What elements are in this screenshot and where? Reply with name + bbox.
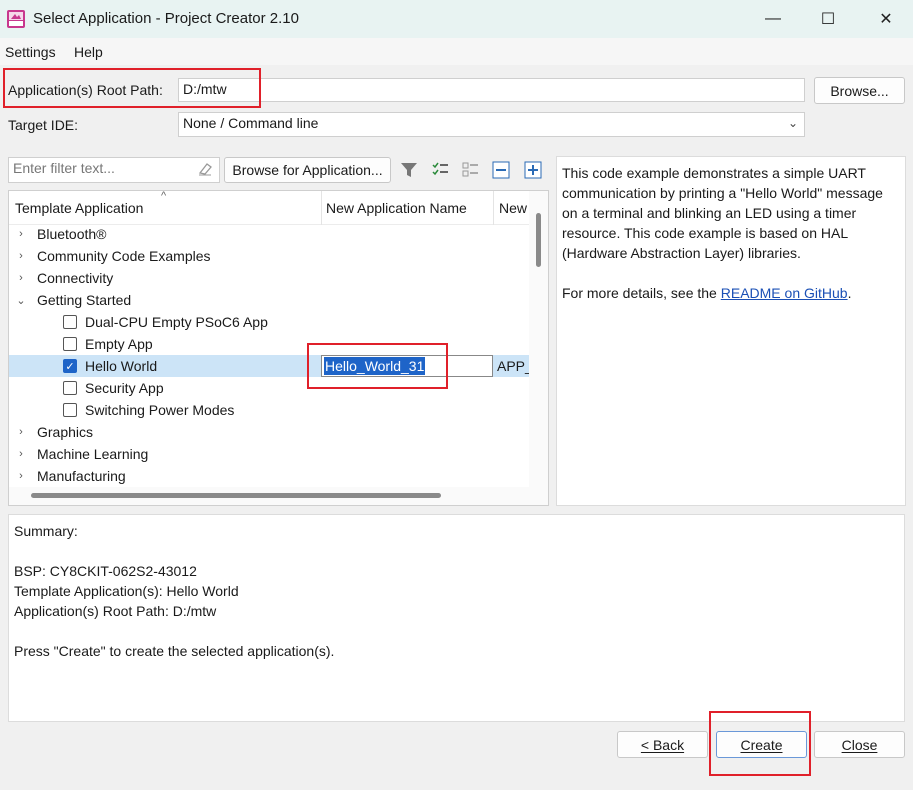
target-ide-value: None / Command line <box>183 115 319 131</box>
root-path-input[interactable]: D:/mtw <box>178 78 805 102</box>
details-suffix: . <box>847 285 852 301</box>
item-label: Switching Power Modes <box>85 402 235 418</box>
close-icon: ✕ <box>879 11 893 28</box>
app-icon <box>6 9 26 29</box>
application-name-highlight <box>307 343 448 389</box>
category-label: Graphics <box>37 424 94 440</box>
item-checkbox[interactable] <box>63 381 77 395</box>
category-label: Getting Started <box>37 292 132 308</box>
tree-item[interactable]: Switching Power Modes <box>9 399 529 421</box>
readme-link[interactable]: README on GitHub <box>721 285 848 301</box>
item-label: Dual-CPU Empty PSoC6 App <box>85 314 268 330</box>
menu-settings[interactable]: Settings <box>5 44 56 60</box>
category-label: Machine Learning <box>37 446 149 462</box>
description-text: This code example demonstrates a simple … <box>562 165 883 261</box>
details-line: For more details, see the README on GitH… <box>562 283 900 303</box>
menu-help[interactable]: Help <box>74 44 103 60</box>
chevron-right-icon[interactable]: › <box>15 470 27 482</box>
category-label: Connectivity <box>37 270 114 286</box>
target-ide-label: Target IDE: <box>8 117 79 133</box>
uncheck-all-icon[interactable] <box>458 158 482 182</box>
column-divider <box>321 191 322 225</box>
horizontal-scroll-thumb[interactable] <box>31 493 441 498</box>
item-checkbox[interactable] <box>63 337 77 351</box>
sort-up-icon: ^ <box>161 190 167 202</box>
maximize-button[interactable]: ☐ <box>801 0 855 38</box>
back-button[interactable]: < Back <box>617 731 708 758</box>
target-ide-select[interactable]: None / Command line ⌄ <box>178 112 805 137</box>
check-all-icon[interactable] <box>428 158 452 182</box>
column-divider <box>493 191 494 225</box>
column-template-application[interactable]: Template Application <box>15 200 143 216</box>
tree-category-getting-started[interactable]: ⌄ Getting Started <box>9 289 529 311</box>
item-checkbox[interactable] <box>63 403 77 417</box>
eraser-icon[interactable] <box>197 161 213 180</box>
item-checkbox-checked[interactable]: ✓ <box>63 359 77 373</box>
tree-category-manufacturing[interactable]: › Manufacturing <box>9 465 529 487</box>
summary-bsp: BSP: CY8CKIT-062S2-43012 <box>14 563 197 579</box>
expand-all-icon[interactable] <box>521 158 545 182</box>
browse-button-label: Browse... <box>830 82 889 99</box>
vertical-scroll-thumb[interactable] <box>536 213 541 267</box>
tree-category-community[interactable]: › Community Code Examples <box>9 245 529 267</box>
filter-placeholder: Enter filter text... <box>13 160 115 176</box>
tree-category-machine-learning[interactable]: › Machine Learning <box>9 443 529 465</box>
summary-heading: Summary: <box>14 523 78 539</box>
menu-bar <box>0 38 913 65</box>
application-extra-value: APP_ <box>497 358 533 374</box>
close-window-button[interactable]: ✕ <box>859 0 913 38</box>
item-label: Security App <box>85 380 164 396</box>
vertical-scrollbar[interactable] <box>529 191 548 487</box>
horizontal-scrollbar[interactable] <box>9 487 548 505</box>
minimize-button[interactable]: — <box>746 0 800 38</box>
tree-item[interactable]: Empty App <box>9 333 529 355</box>
description-panel: This code example demonstrates a simple … <box>556 156 906 506</box>
close-button[interactable]: Close <box>814 731 905 758</box>
column-new[interactable]: New <box>499 200 527 216</box>
tree-item-selected[interactable]: ✓ Hello World Hello_World_31 APP_ <box>9 355 533 377</box>
chevron-down-icon[interactable]: ⌄ <box>15 294 27 307</box>
window-title: Select Application - Project Creator 2.1… <box>33 10 299 27</box>
create-highlight <box>709 711 811 776</box>
tree-category-graphics[interactable]: › Graphics <box>9 421 529 443</box>
category-label: Bluetooth® <box>37 226 107 242</box>
template-tree[interactable]: Template Application ^ New Application N… <box>8 190 549 506</box>
chevron-right-icon[interactable]: › <box>15 228 27 240</box>
details-prefix: For more details, see the <box>562 285 721 301</box>
minimize-icon: — <box>765 10 781 27</box>
browse-button[interactable]: Browse... <box>814 77 905 104</box>
filter-icon[interactable] <box>397 158 421 182</box>
close-button-label: Close <box>841 736 878 753</box>
summary-template: Template Application(s): Hello World <box>14 583 239 599</box>
summary-instruction: Press "Create" to create the selected ap… <box>14 643 335 659</box>
tree-item[interactable]: Security App <box>9 377 529 399</box>
chevron-right-icon[interactable]: › <box>15 272 27 284</box>
filter-input[interactable]: Enter filter text... <box>8 157 220 183</box>
chevron-down-icon: ⌄ <box>787 116 798 130</box>
tree-category-connectivity[interactable]: › Connectivity <box>9 267 529 289</box>
chevron-right-icon[interactable]: › <box>15 250 27 262</box>
collapse-all-icon[interactable] <box>489 158 513 182</box>
browse-for-application-button[interactable]: Browse for Application... <box>224 157 391 183</box>
item-label: Hello World <box>85 358 158 374</box>
summary-root-path: Application(s) Root Path: D:/mtw <box>14 603 217 619</box>
column-new-application-name[interactable]: New Application Name <box>326 200 467 216</box>
category-label: Manufacturing <box>37 468 126 484</box>
tree-category-bluetooth[interactable]: › Bluetooth® <box>9 223 529 245</box>
summary-panel: Summary: BSP: CY8CKIT-062S2-43012 Templa… <box>8 514 905 722</box>
category-label: Community Code Examples <box>37 248 211 264</box>
browse-for-application-label: Browse for Application... <box>232 162 383 178</box>
chevron-right-icon[interactable]: › <box>15 448 27 460</box>
item-checkbox[interactable] <box>63 315 77 329</box>
tree-item[interactable]: Dual-CPU Empty PSoC6 App <box>9 311 529 333</box>
chevron-right-icon[interactable]: › <box>15 426 27 438</box>
back-button-label: < Back <box>640 736 685 753</box>
maximize-icon: ☐ <box>820 11 836 28</box>
root-path-highlight <box>3 68 261 108</box>
item-label: Empty App <box>85 336 153 352</box>
